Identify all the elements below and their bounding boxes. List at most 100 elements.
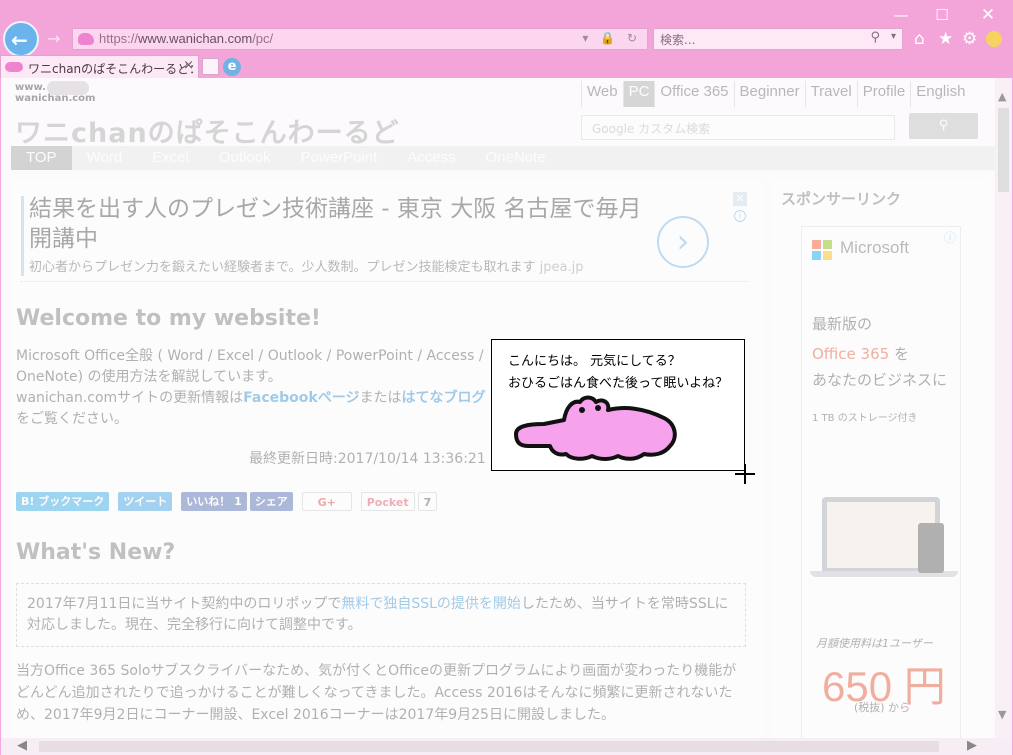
google-plus-button[interactable]: G+ xyxy=(301,492,352,511)
cat-tab-access[interactable]: Access xyxy=(392,146,470,170)
tab-active[interactable]: ワニchanのぱそこんわーるど：... × xyxy=(0,55,213,78)
ms-ad-storage: 1 TB のストレージ付き xyxy=(812,413,918,424)
back-button[interactable]: ← xyxy=(3,21,39,57)
ad-info-icon[interactable]: i xyxy=(734,210,746,222)
ie-logo-icon[interactable]: e xyxy=(223,58,241,76)
address-bar-icons[interactable]: ▾ 🔒 ↻ xyxy=(582,31,641,45)
chevron-down-icon[interactable]: ▾ xyxy=(891,31,896,42)
home-icon[interactable]: ⌂ xyxy=(914,29,925,49)
url-text: https://www.wanichan.com/pc/ xyxy=(99,31,273,46)
site-search-placeholder: Google カスタム検索 xyxy=(592,122,711,136)
popup-line1: こんにちは。 元気にしてる？ xyxy=(508,354,681,369)
welcome-line2: OneNote) の使用方法を解説しています。 xyxy=(16,369,282,385)
vertical-scrollbar[interactable]: ▲ ▼ xyxy=(995,78,1012,738)
pocket-button[interactable]: Pocket xyxy=(360,492,415,511)
ms-ad-line1: 最新版の xyxy=(812,315,873,333)
minimize-button[interactable]: — xyxy=(886,4,916,26)
ssl-link[interactable]: 無料で独自SSLの提供を開始 xyxy=(341,596,521,612)
search-icon: ⚲ xyxy=(938,118,949,133)
lang-nav-beginner[interactable]: Beginner xyxy=(733,81,805,107)
facebook-share-button[interactable]: シェア xyxy=(249,492,293,511)
category-nav: TOP Word Excel Outlook PowerPoint Access… xyxy=(11,146,995,170)
site-logo[interactable]: ワニchanのぱそこんわーるど xyxy=(15,111,400,150)
facebook-like-button[interactable]: いいね！ 1 xyxy=(181,492,247,511)
cat-tab-outlook[interactable]: Outlook xyxy=(204,146,286,170)
toolbar-icons: ⌂ ★ ⚙ xyxy=(912,29,1012,49)
sponsor-heading: スポンサーリンク xyxy=(781,190,902,208)
url-path: /pc/ xyxy=(252,31,274,46)
facebook-link[interactable]: Facebookページ xyxy=(243,390,359,406)
cat-tab-top[interactable]: TOP xyxy=(11,146,72,170)
site-logo-small[interactable]: www. wanichan.com xyxy=(15,82,95,104)
whats-new-heading: What's New? xyxy=(16,540,176,565)
ms-tax-note: (税抜) から xyxy=(854,701,911,714)
hatena-blog-link[interactable]: はてなブログ xyxy=(401,390,485,406)
scroll-up-icon[interactable]: ▲ xyxy=(998,90,1006,103)
vertical-scroll-thumb[interactable] xyxy=(998,108,1009,192)
logo-small-domain: wanichan.com xyxy=(15,93,96,104)
ad-close-icon[interactable]: ✕ xyxy=(733,192,747,206)
tab-favicon-icon xyxy=(5,62,23,72)
cat-tab-powerpoint[interactable]: PowerPoint xyxy=(286,146,393,170)
site-search-button[interactable]: ⚲ xyxy=(909,113,978,139)
maximize-button[interactable]: ☐ xyxy=(927,4,957,26)
tweet-button[interactable]: ツイート xyxy=(118,492,173,511)
ms-ad-line2: Office 365 を xyxy=(812,343,909,364)
search-icon[interactable]: ⚲ xyxy=(870,30,880,45)
lang-nav-web[interactable]: Web xyxy=(581,81,623,107)
popup-line2: おひるごはん食べた後って眠いよね？ xyxy=(508,376,729,391)
ad-title[interactable]: 結果を出す人のプレゼン技術講座 - 東京 大阪 名古屋で毎月開講中 xyxy=(29,194,649,254)
url-scheme: https:// xyxy=(99,31,139,46)
forward-button[interactable]: → xyxy=(47,29,67,49)
browser-search-placeholder: 検索... xyxy=(660,33,696,47)
ad-source: jpea.jp xyxy=(539,260,584,275)
notice-text-a: 2017年7月11日に当サイト契約中のロリポップで xyxy=(27,596,342,612)
update-paragraph: 当方Office 365 Soloサブスクライバーなため、気が付くとOffice… xyxy=(16,663,737,723)
chevron-right-icon[interactable]: › xyxy=(657,216,709,268)
back-arrow-icon: ← xyxy=(11,28,28,52)
lang-nav-office365[interactable]: Office 365 xyxy=(654,81,733,107)
url-host: www.wanichan.com xyxy=(138,31,253,46)
greeting-popup[interactable]: こんにちは。 元気にしてる？ おひるごはん食べた後って眠いよね？ xyxy=(491,339,745,471)
lang-nav-english[interactable]: English xyxy=(910,81,970,107)
lang-nav-travel[interactable]: Travel xyxy=(804,81,857,107)
star-icon[interactable]: ★ xyxy=(938,29,953,49)
ms-ad-line3: あなたのビジネスに xyxy=(812,371,948,389)
welcome-line1: Microsoft Office全般 ( Word / Excel / Outl… xyxy=(16,348,484,364)
horizontal-scrollbar[interactable]: ◀ ▶ xyxy=(1,738,1012,755)
welcome-heading: Welcome to my website! xyxy=(16,306,321,331)
smiley-feedback-icon[interactable] xyxy=(986,31,1002,47)
scroll-left-icon[interactable]: ◀ xyxy=(17,738,27,753)
ad-banner[interactable]: 結果を出す人のプレゼン技術講座 - 東京 大阪 名古屋で毎月開講中 初心者からプ… xyxy=(21,192,749,282)
microsoft-ad[interactable]: Microsoft ⓘ 最新版の Office 365 を あなたのビジネスに … xyxy=(801,226,961,738)
ad-desc-text: 初心者からプレゼン力を鍛えたい経験者まで。少人数制。プレゼン技能検定も取れます xyxy=(29,260,536,275)
address-bar[interactable]: https://www.wanichan.com/pc/ ▾ 🔒 ↻ xyxy=(72,28,648,50)
tab-strip: ワニchanのぱそこんわーるど：... × e xyxy=(0,55,1013,78)
scroll-down-icon[interactable]: ▼ xyxy=(998,708,1006,721)
lang-nav: Web PC Office 365 Beginner Travel Profil… xyxy=(581,81,970,107)
logo-small-www: www. xyxy=(15,82,46,93)
close-button[interactable]: ✕ xyxy=(973,4,1003,26)
horizontal-scroll-thumb[interactable] xyxy=(39,741,939,752)
ad-close-icon[interactable]: ⓘ xyxy=(944,229,958,245)
site-search-input[interactable]: Google カスタム検索 xyxy=(581,115,895,140)
hatena-bookmark-button[interactable]: B! ブックマーク xyxy=(16,492,110,511)
gear-icon[interactable]: ⚙ xyxy=(962,29,977,49)
lang-nav-profile[interactable]: Profile xyxy=(856,81,911,107)
ad-description: 初心者からプレゼン力を鍛えたい経験者まで。少人数制。プレゼン技能検定も取れます … xyxy=(29,256,583,275)
phone-image xyxy=(918,523,944,573)
tab-close-icon[interactable]: × xyxy=(183,58,194,73)
cat-tab-onenote[interactable]: OneNote xyxy=(471,146,561,170)
crocodile-mascot-icon xyxy=(514,395,677,461)
welcome-body: Microsoft Office全般 ( Word / Excel / Outl… xyxy=(16,346,494,430)
browser-chrome: — ☐ ✕ ← → https://www.wanichan.com/pc/ ▾… xyxy=(0,0,1013,78)
scroll-right-icon[interactable]: ▶ xyxy=(967,738,977,753)
lang-nav-pc[interactable]: PC xyxy=(622,81,655,107)
cat-tab-word[interactable]: Word xyxy=(72,146,138,170)
sidebar: スポンサーリンク Microsoft ⓘ 最新版の Office 365 を あ… xyxy=(771,180,991,738)
new-tab-button[interactable] xyxy=(202,58,219,75)
cat-tab-excel[interactable]: Excel xyxy=(137,146,204,170)
browser-search-box[interactable]: 検索... ⚲ ▾ xyxy=(653,28,903,50)
ms-ad-brand: Office 365 xyxy=(812,345,890,363)
microsoft-logo-icon xyxy=(812,240,832,260)
